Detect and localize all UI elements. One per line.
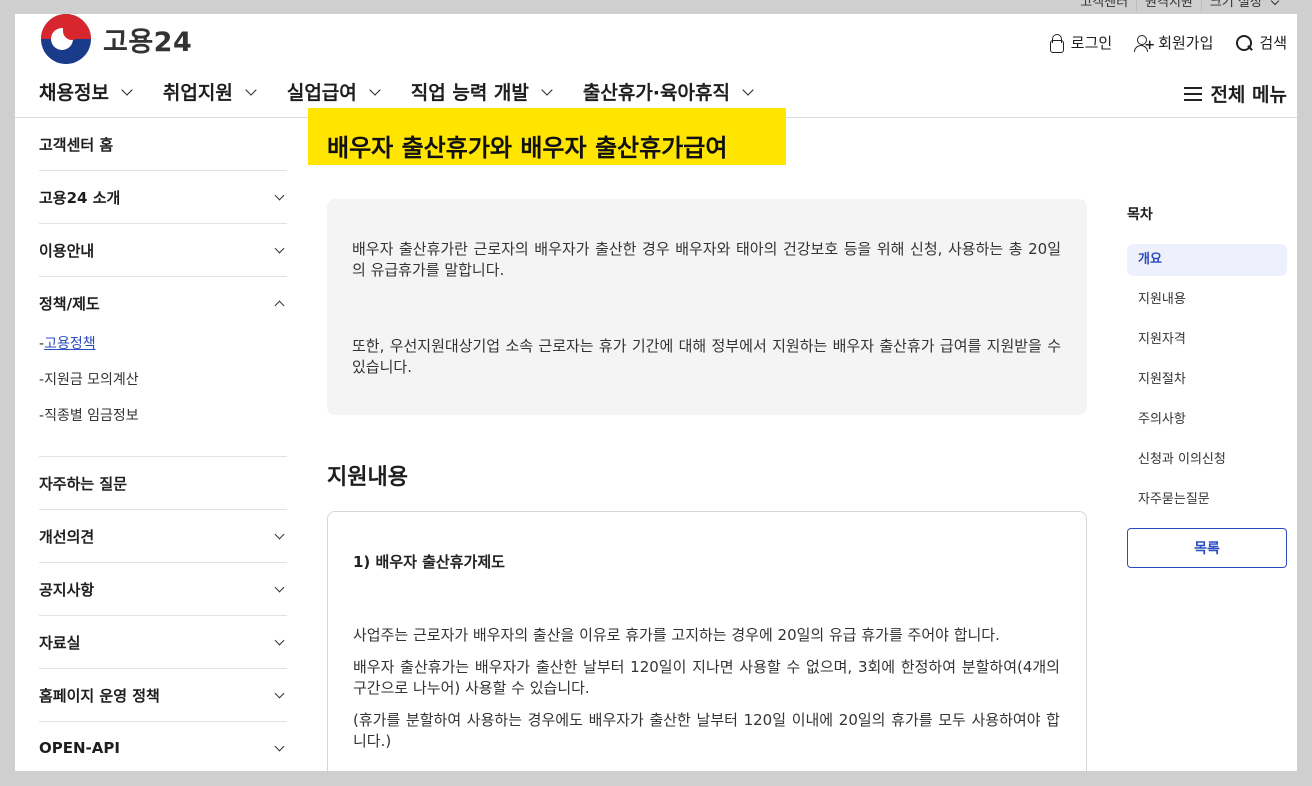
page-title-highlight: 배우자 출산휴가와 배우자 출산휴가급여 — [308, 108, 786, 165]
lock-icon — [1047, 33, 1065, 53]
search-icon — [1235, 34, 1253, 52]
content-heading: 1) 배우자 출산휴가제도 — [353, 553, 505, 571]
side-nav-guide[interactable]: 이용안내 — [39, 224, 287, 277]
toc-item-eligibility[interactable]: 지원자격 — [1127, 324, 1287, 364]
chevron-down-icon — [274, 688, 285, 698]
utility-remote-support[interactable]: 원격지원 — [1136, 0, 1201, 11]
section-title: 지원내용 — [327, 465, 408, 490]
user-tools: 로그인 회원가입 검색 — [1047, 32, 1287, 53]
toc-item-overview[interactable]: 개요 — [1127, 244, 1287, 276]
side-nav: 고객센터 홈 고용24 소개 이용안내 정책/제도 -고용정책 -지원금 모의계… — [39, 118, 287, 771]
search-label: 검색 — [1259, 34, 1287, 52]
content-paragraph: (휴가를 분할하여 사용하는 경우에도 배우자가 출산한 날부터 120일 이내… — [353, 711, 1060, 750]
utility-bar: 고객센터 원격지원 크기 설정 — [0, 0, 1312, 14]
toc-item-precautions[interactable]: 주의사항 — [1127, 404, 1287, 444]
side-nav-sub-employment-policy[interactable]: -고용정책 — [39, 326, 287, 362]
side-nav-home[interactable]: 고객센터 홈 — [39, 118, 287, 171]
gnb-item-employment-support[interactable]: 취업지원 — [163, 78, 257, 105]
utility-font-size[interactable]: 크기 설정 — [1200, 0, 1286, 11]
signup-label: 회원가입 — [1158, 34, 1214, 52]
site-header: 고용24 로그인 회원가입 검색 채용정보 취업지원 실업급여 직업 능력 개발… — [15, 14, 1297, 118]
table-of-contents: 목차 개요 지원내용 지원자격 지원절차 주의사항 신청과 이의신청 자주묻는질… — [1127, 204, 1287, 568]
government-emblem-icon — [41, 14, 91, 64]
toc-item-procedure[interactable]: 지원절차 — [1127, 364, 1287, 404]
signup-button[interactable]: 회원가입 — [1134, 32, 1213, 53]
chevron-down-icon — [121, 83, 133, 96]
gnb-item-unemployment-benefit[interactable]: 실업급여 — [287, 78, 381, 105]
search-button[interactable]: 검색 — [1235, 32, 1287, 53]
content-box: 1) 배우자 출산휴가제도 사업주는 근로자가 배우자의 출산을 이유로 휴가를… — [327, 511, 1087, 771]
chevron-down-icon — [245, 83, 257, 96]
all-menu-label: 전체 메뉴 — [1210, 84, 1287, 106]
side-nav-notice[interactable]: 공지사항 — [39, 563, 287, 616]
toc-item-application[interactable]: 신청과 이의신청 — [1127, 444, 1287, 484]
chevron-down-icon — [274, 741, 285, 751]
content-paragraph: 사업주는 근로자가 배우자의 출산을 이유로 휴가를 고지하는 경우에 20일의… — [353, 626, 1000, 644]
chevron-down-icon — [274, 190, 285, 200]
toc-item-support-details[interactable]: 지원내용 — [1127, 284, 1287, 324]
side-nav-open-api[interactable]: OPEN-API — [39, 722, 287, 771]
chevron-down-icon — [369, 83, 381, 96]
side-nav-sub-subsidy-calculator[interactable]: -지원금 모의계산 — [39, 362, 287, 398]
side-nav-site-policy[interactable]: 홈페이지 운영 정책 — [39, 669, 287, 722]
summary-box: 배우자 출산휴가란 근로자의 배우자가 출산한 경우 배우자와 태아의 건강보호… — [327, 199, 1087, 415]
list-button[interactable]: 목록 — [1127, 528, 1287, 568]
side-nav-sub-wage-info[interactable]: -직종별 임금정보 — [39, 398, 287, 434]
toc-item-faq[interactable]: 자주묻는질문 — [1127, 484, 1287, 524]
side-nav-intro[interactable]: 고용24 소개 — [39, 171, 287, 224]
gnb-item-maternity-leave[interactable]: 출산휴가·육아휴직 — [583, 78, 754, 105]
toc-heading: 목차 — [1127, 207, 1153, 223]
chevron-down-icon — [541, 83, 553, 96]
chevron-down-icon — [274, 635, 285, 645]
user-add-icon — [1134, 34, 1155, 52]
global-nav: 채용정보 취업지원 실업급여 직업 능력 개발 출산휴가·육아휴직 — [39, 78, 754, 105]
summary-paragraph: 배우자 출산휴가란 근로자의 배우자가 출산한 경우 배우자와 태아의 건강보호… — [352, 240, 1061, 279]
side-nav-policy[interactable]: 정책/제도 — [39, 277, 287, 330]
chevron-down-icon — [274, 582, 285, 592]
content-paragraph: 배우자 출산휴가는 배우자가 출산한 날부터 120일이 지나면 사용할 수 없… — [353, 658, 1060, 697]
login-label: 로그인 — [1070, 34, 1113, 52]
side-nav-policy-submenu: -고용정책 -지원금 모의계산 -직종별 임금정보 — [39, 330, 287, 457]
site-logo[interactable]: 고용24 — [41, 14, 192, 64]
gnb-item-jobs[interactable]: 채용정보 — [39, 78, 133, 105]
side-nav-opinion[interactable]: 개선의견 — [39, 510, 287, 563]
page-frame: 고용24 로그인 회원가입 검색 채용정보 취업지원 실업급여 직업 능력 개발… — [15, 14, 1297, 771]
chevron-down-icon — [1270, 0, 1280, 6]
all-menu-button[interactable]: 전체 메뉴 — [1184, 80, 1287, 107]
chevron-down-icon — [274, 243, 285, 253]
logo-text: 고용24 — [103, 26, 193, 58]
side-nav-library[interactable]: 자료실 — [39, 616, 287, 669]
side-nav-faq[interactable]: 자주하는 질문 — [39, 457, 287, 510]
chevron-down-icon — [742, 83, 754, 96]
page-title: 배우자 출산휴가와 배우자 출산휴가급여 — [327, 134, 728, 162]
gnb-item-vocational-training[interactable]: 직업 능력 개발 — [411, 78, 553, 105]
hamburger-icon — [1184, 86, 1203, 101]
login-button[interactable]: 로그인 — [1047, 32, 1112, 53]
summary-paragraph: 또한, 우선지원대상기업 소속 근로자는 휴가 기간에 대해 정부에서 지원하는… — [352, 337, 1061, 376]
chevron-down-icon — [274, 529, 285, 539]
chevron-up-icon — [274, 300, 285, 311]
utility-customer-center[interactable]: 고객센터 — [1072, 0, 1136, 11]
